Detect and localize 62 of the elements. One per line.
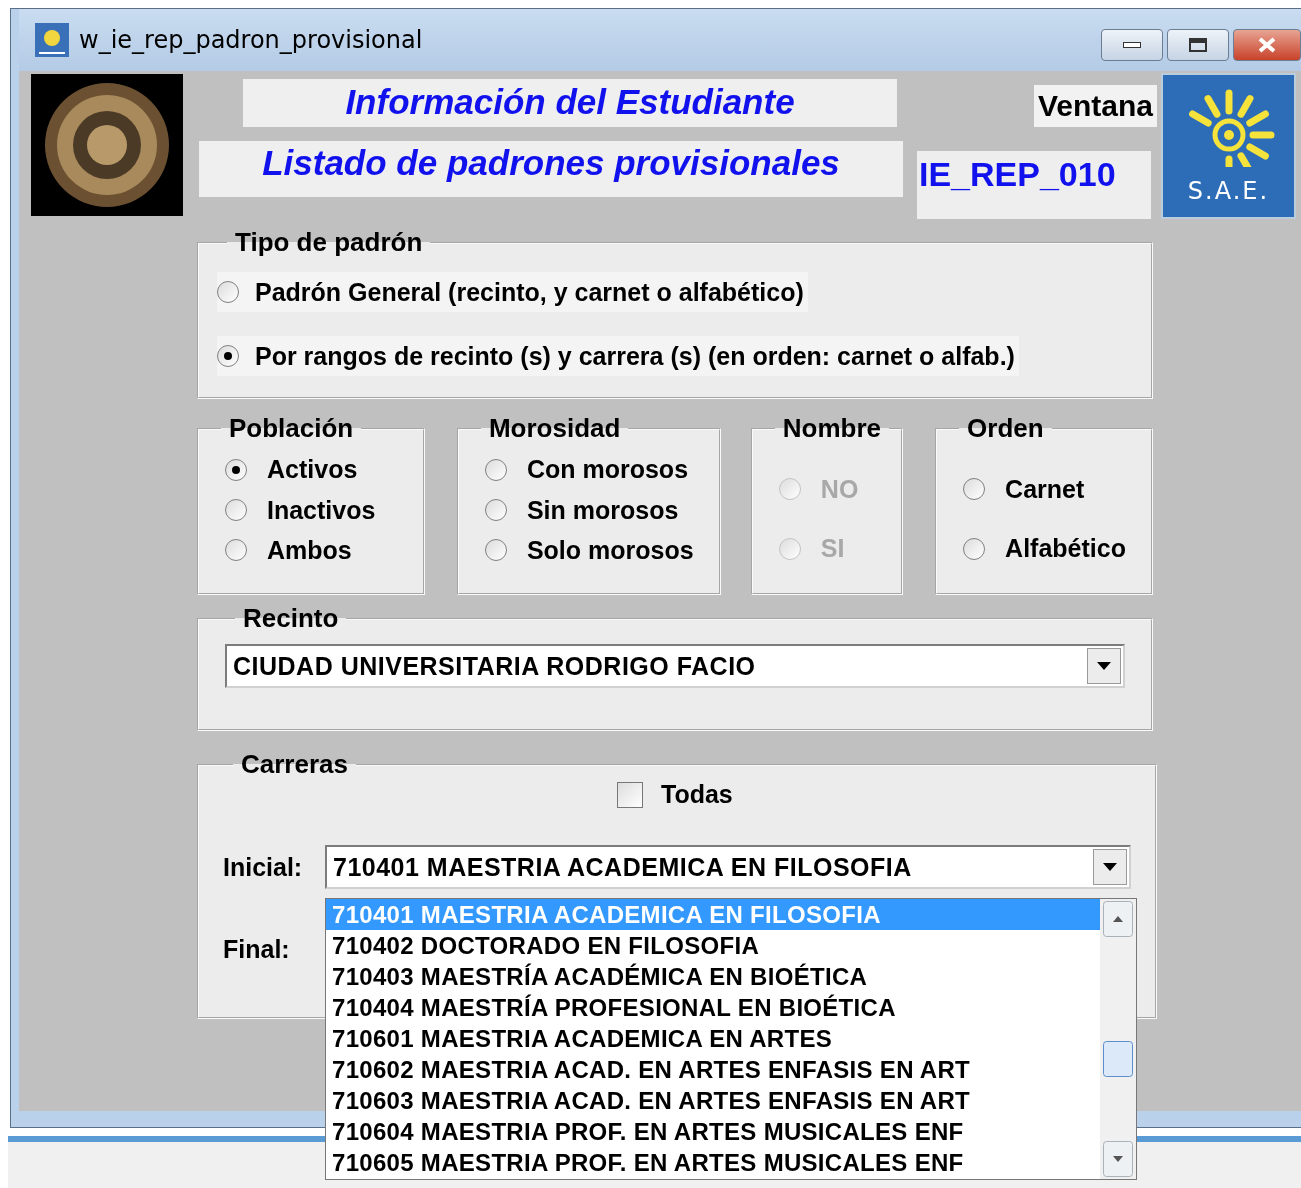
checkbox[interactable] xyxy=(617,781,643,808)
checkbox-label: Todas xyxy=(661,780,733,809)
list-item[interactable]: 710602 MAESTRIA ACAD. EN ARTES ENFASIS EN ART xyxy=(326,1054,1100,1085)
radio-button[interactable] xyxy=(225,458,247,481)
group-title: Nombre xyxy=(781,413,883,444)
group-title: Orden xyxy=(966,413,1045,444)
window-label: Ventana xyxy=(1033,85,1157,127)
radio-button[interactable] xyxy=(484,458,507,481)
group-title: Población xyxy=(228,413,355,444)
radio-button[interactable] xyxy=(963,478,986,501)
list-item[interactable]: 710402 DOCTORADO EN FILOSOFIA xyxy=(326,930,1100,961)
initial-dropdown[interactable]: 710401 MAESTRIA ACADEMICA EN FILOSOFIA xyxy=(325,845,1131,889)
app-icon xyxy=(35,23,69,57)
radio-button[interactable] xyxy=(963,537,986,560)
maximize-icon xyxy=(1189,38,1207,52)
list-item[interactable]: 710404 MAESTRÍA PROFESIONAL EN BIOÉTICA xyxy=(326,992,1100,1023)
option-label: Inactivos xyxy=(267,495,376,525)
window-code: IE_REP_010 xyxy=(917,151,1151,219)
option-label: SI xyxy=(820,534,845,564)
group-title: Carreras xyxy=(240,749,349,780)
radio-option[interactable]: Por rangos de recinto (s) y carrera (s) (en orden: carnet o alfab.) xyxy=(217,336,1019,376)
logo-text: S.A.E. xyxy=(1187,177,1270,205)
scroll-thumb-icon xyxy=(1103,1041,1133,1077)
group-title: Tipo de padrón xyxy=(234,227,424,258)
list-item[interactable]: 710403 MAESTRÍA ACADÉMICA EN BIOÉTICA xyxy=(326,961,1100,992)
field-label: Final: xyxy=(223,935,291,964)
radio-button[interactable] xyxy=(484,499,507,521)
option-label: Ambos xyxy=(267,535,352,565)
radio-button[interactable] xyxy=(484,539,507,562)
list-item[interactable]: 710604 MAESTRIA PROF. EN ARTES MUSICALES ENF xyxy=(326,1116,1100,1147)
minimize-button[interactable] xyxy=(1101,29,1163,61)
form-subtitle: Listado de padrones provisionales xyxy=(199,141,903,197)
radio-button[interactable] xyxy=(225,499,247,521)
radio-option[interactable]: Padrón General (recinto, y carnet o alfabético) xyxy=(217,272,808,312)
option-label: Solo morosos xyxy=(526,535,694,565)
dropdown-button[interactable] xyxy=(1093,849,1127,885)
option-label: Carnet xyxy=(1005,474,1085,504)
minimize-icon xyxy=(1123,42,1141,48)
list-item[interactable]: 710601 MAESTRIA ACADEMICA EN ARTES xyxy=(326,1023,1100,1054)
list-item[interactable]: 710605 MAESTRIA PROF. EN ARTES MUSICALES ENF xyxy=(326,1147,1100,1178)
option-label: Activos xyxy=(267,455,358,485)
option-label: NO xyxy=(820,474,859,504)
radio-button[interactable] xyxy=(217,345,239,367)
caret-icon xyxy=(1103,863,1117,871)
option-label: Sin morosos xyxy=(526,495,679,525)
maximize-button[interactable] xyxy=(1167,29,1229,61)
close-icon xyxy=(1257,37,1277,53)
group-title: Recinto xyxy=(242,603,340,634)
recinto-dropdown[interactable]: CIUDAD UNIVERSITARIA RODRIGO FACIO xyxy=(225,644,1125,688)
option-label: Alfabético xyxy=(1005,534,1126,564)
dropdown-button[interactable] xyxy=(1087,648,1121,684)
scrollbar[interactable] xyxy=(1100,899,1136,1179)
caret-icon xyxy=(1097,662,1111,670)
group-title: Morosidad xyxy=(487,413,622,444)
list-item[interactable]: 710603 MAESTRIA ACAD. EN ARTES ENFASIS EN ART xyxy=(326,1085,1100,1116)
field-label: Inicial: xyxy=(223,852,304,882)
window-title: w_ie_rep_padron_provisional xyxy=(79,26,423,54)
close-button[interactable] xyxy=(1233,29,1301,61)
radio-button[interactable] xyxy=(225,539,247,562)
option-label: Con morosos xyxy=(526,455,689,485)
form-title: Información del Estudiante xyxy=(243,79,897,127)
radio-button[interactable] xyxy=(217,281,239,303)
